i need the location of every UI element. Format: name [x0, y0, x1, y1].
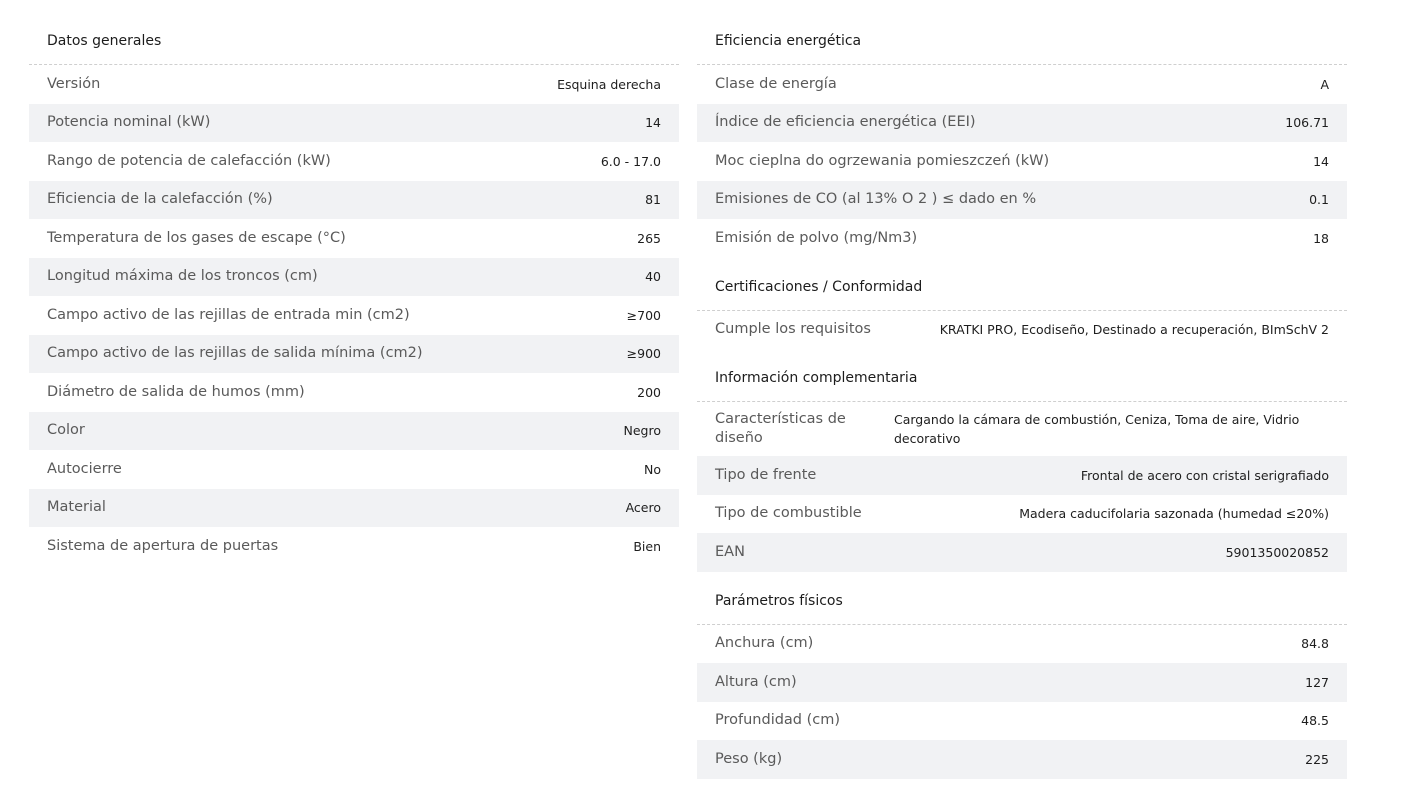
- spec-label: Tipo de frente: [715, 466, 817, 483]
- spec-label: Profundidad (cm): [715, 712, 841, 729]
- spec-row-ean: EAN 5901350020852: [697, 533, 1347, 572]
- spec-label: Rango de potencia de calefacción (kW): [47, 152, 331, 169]
- spec-value: ≥700: [626, 307, 661, 323]
- spec-row-requirements: Cumple los requisitos KRATKI PRO, Ecodise…: [697, 311, 1347, 350]
- spec-label: Clase de energía: [715, 75, 837, 92]
- certifications-title: Certificaciones / Conformidad: [697, 266, 1347, 311]
- spec-row-design-features: Características de diseño Cargando la cám…: [697, 402, 1347, 456]
- spec-row-version: Versión Esquina derecha: [29, 65, 679, 104]
- spec-label: Potencia nominal (kW): [47, 114, 211, 131]
- spec-value: 81: [645, 192, 661, 208]
- spec-label: Diámetro de salida de humos (mm): [47, 383, 305, 400]
- spec-label: Altura (cm): [715, 673, 797, 690]
- spec-row-fuel-type: Tipo de combustible Madera caducifolaria …: [697, 495, 1347, 534]
- spec-row-heat-output: Moc cieplna do ogrzewania pomieszczeń (k…: [697, 142, 1347, 181]
- physical-params-title: Parámetros físicos: [697, 580, 1347, 625]
- spec-row-heating-efficiency: Eficiencia de la calefacción (%) 81: [29, 180, 679, 219]
- spec-value: Madera caducifolaria sazonada (humedad ≤…: [1019, 506, 1329, 522]
- spec-value: 18: [1313, 230, 1329, 246]
- spec-row-nominal-power: Potencia nominal (kW) 14: [29, 103, 679, 142]
- spec-value: 0.1: [1309, 192, 1329, 208]
- spec-value: 6.0 - 17.0: [600, 153, 661, 169]
- spec-label: EAN: [715, 543, 745, 560]
- spec-row-exhaust-temperature: Temperatura de los gases de escape (°C) 2…: [29, 219, 679, 258]
- spec-value: Negro: [623, 423, 662, 439]
- spec-value: 14: [645, 115, 661, 131]
- spec-value: Esquina derecha: [557, 76, 661, 92]
- spec-value: 265: [637, 230, 661, 246]
- spec-row-inlet-grille-area: Campo activo de las rejillas de entrada …: [29, 296, 679, 335]
- spec-label: Material: [47, 499, 106, 516]
- spec-value: 200: [637, 384, 661, 400]
- spec-label: Campo activo de las rejillas de salida m…: [47, 345, 423, 362]
- spec-row-outlet-grille-area: Campo activo de las rejillas de salida m…: [29, 334, 679, 373]
- spec-row-color: Color Negro: [29, 411, 679, 450]
- spec-label: Características de diseño: [715, 411, 846, 446]
- spec-row-self-closing: Autocierre No: [29, 450, 679, 489]
- spec-label: Emisión de polvo (mg/Nm3): [715, 229, 918, 246]
- spec-row-flue-diameter: Diámetro de salida de humos (mm) 200: [29, 373, 679, 412]
- spec-value: Frontal de acero con cristal serigrafiad…: [1080, 467, 1329, 483]
- spec-label: Autocierre: [47, 460, 122, 477]
- spec-row-max-log-length: Longitud máxima de los troncos (cm) 40: [29, 257, 679, 296]
- spec-value: 48.5: [1301, 713, 1329, 729]
- right-column: Eficiencia energética Clase de energía A …: [697, 20, 1347, 779]
- spec-value: 127: [1305, 674, 1329, 690]
- spec-value: 5901350020852: [1225, 544, 1329, 560]
- spec-value: 225: [1305, 751, 1329, 767]
- spec-value: Cargando la cámara de combustión, Ceniza…: [894, 412, 1300, 446]
- spec-label: Temperatura de los gases de escape (°C): [47, 229, 346, 246]
- general-data-section: Datos generales Versión Esquina derecha P…: [29, 20, 679, 566]
- spec-row-depth: Profundidad (cm) 48.5: [697, 702, 1347, 741]
- spec-label: Tipo de combustible: [715, 505, 862, 522]
- spec-value: KRATKI PRO, Ecodiseño, Destinado a recup…: [939, 322, 1329, 338]
- spec-value: No: [644, 461, 661, 477]
- spec-label: Anchura (cm): [715, 635, 814, 652]
- spec-row-material: Material Acero: [29, 488, 679, 527]
- spec-row-energy-class: Clase de energía A: [697, 65, 1347, 104]
- spec-row-eei: Índice de eficiencia energética (EEI) 106…: [697, 103, 1347, 142]
- spec-label: Índice de eficiencia energética (EEI): [715, 114, 976, 131]
- spec-label: Longitud máxima de los troncos (cm): [47, 268, 318, 285]
- spec-value: ≥900: [626, 346, 661, 362]
- spec-value: 14: [1313, 153, 1329, 169]
- spec-label: Cumple los requisitos: [715, 321, 871, 338]
- spec-label: Peso (kg): [715, 750, 783, 767]
- spec-value: 84.8: [1301, 636, 1329, 652]
- spec-row-door-opening: Sistema de apertura de puertas Bien: [29, 527, 679, 566]
- spec-value: Acero: [625, 500, 661, 516]
- spec-label: Emisiones de CO (al 13% O 2 ) ≤ dado en …: [715, 191, 1037, 208]
- spec-row-co-emissions: Emisiones de CO (al 13% O 2 ) ≤ dado en …: [697, 180, 1347, 219]
- spec-value: 106.71: [1285, 115, 1329, 131]
- spec-value: Bien: [633, 538, 661, 554]
- general-data-title: Datos generales: [29, 20, 679, 65]
- complementary-info-title: Información complementaria: [697, 357, 1347, 402]
- spec-row-width: Anchura (cm) 84.8: [697, 625, 1347, 664]
- spec-value: A: [1320, 76, 1329, 92]
- energy-efficiency-title: Eficiencia energética: [697, 20, 1347, 65]
- spec-label: Campo activo de las rejillas de entrada …: [47, 306, 410, 323]
- spec-label: Versión: [47, 75, 101, 92]
- spec-row-height: Altura (cm) 127: [697, 663, 1347, 702]
- spec-label: Moc cieplna do ogrzewania pomieszczeń (k…: [715, 152, 1050, 169]
- spec-label: Color: [47, 422, 85, 439]
- spec-row-dust-emission: Emisión de polvo (mg/Nm3) 18: [697, 219, 1347, 258]
- spec-row-power-range: Rango de potencia de calefacción (kW) 6.0…: [29, 142, 679, 181]
- spec-row-front-type: Tipo de frente Frontal de acero con crist…: [697, 456, 1347, 495]
- spec-label: Sistema de apertura de puertas: [47, 537, 279, 554]
- spec-value: 40: [645, 269, 661, 285]
- spec-row-weight: Peso (kg) 225: [697, 740, 1347, 779]
- spec-label: Eficiencia de la calefacción (%): [47, 191, 273, 208]
